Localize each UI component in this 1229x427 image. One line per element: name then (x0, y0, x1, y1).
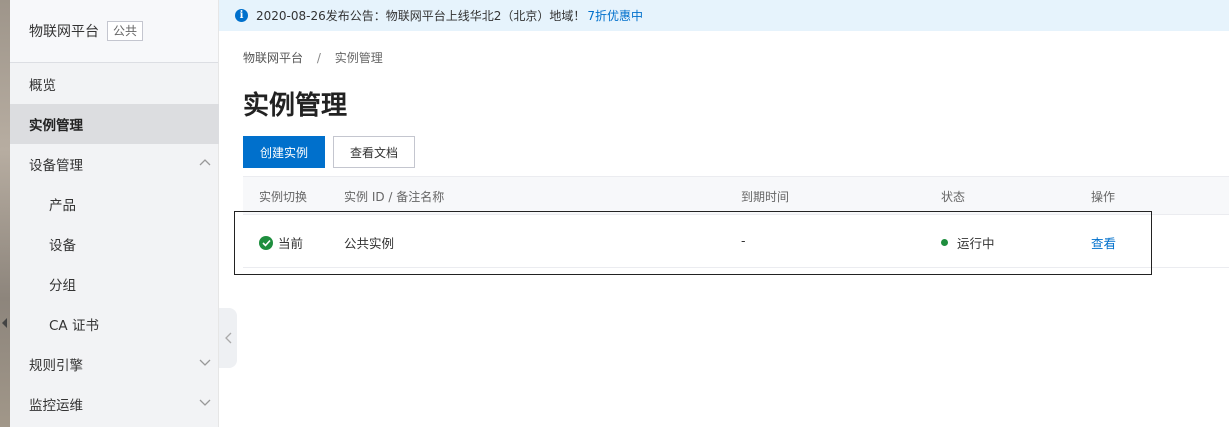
breadcrumb-root[interactable]: 物联网平台 (243, 51, 303, 65)
breadcrumb-current: 实例管理 (334, 51, 383, 65)
sidebar-item-overview[interactable]: 概览 (10, 64, 219, 104)
column-header-action: 操作 (1091, 190, 1116, 204)
check-circle-icon (259, 235, 273, 250)
status-cell: 运行中 (941, 233, 995, 252)
sidebar-item-monitoring[interactable]: 监控运维 (10, 384, 219, 424)
breadcrumb-separator: / (316, 51, 321, 65)
sidebar-item-ca-cert[interactable]: CA 证书 (10, 304, 219, 344)
column-header-switch: 实例切换 (259, 190, 308, 204)
sidebar-item-label: 设备 (49, 238, 76, 254)
breadcrumb: 物联网平台 / 实例管理 (243, 49, 383, 66)
desktop-backdrop (0, 0, 10, 427)
sidebar-item-label: 实例管理 (29, 118, 83, 134)
sidebar-item-products[interactable]: 产品 (10, 184, 219, 224)
table-row: 当前 公共实例 - 运行中 查看 (243, 215, 1229, 268)
left-arrow-icon (2, 318, 7, 328)
info-icon: i (235, 9, 248, 22)
chevron-down-icon[interactable] (199, 398, 211, 407)
sidebar-item-instances[interactable]: 实例管理 (10, 104, 219, 144)
column-header-status: 状态 (941, 190, 966, 204)
instance-table: 实例切换 实例 ID / 备注名称 到期时间 状态 操作 当前 公共实例 - 运… (243, 176, 1229, 268)
announcement-bar: i 2020-08-26发布公告：物联网平台上线华北2（北京）地域！ 7折优惠中 (219, 0, 1229, 31)
sidebar-collapse-button[interactable] (219, 308, 237, 368)
chevron-down-icon[interactable] (199, 358, 211, 367)
sidebar-item-label: 概览 (29, 78, 56, 94)
sidebar-item-rule-engine[interactable]: 规则引擎 (10, 344, 219, 384)
table-header: 实例切换 实例 ID / 备注名称 到期时间 状态 操作 (243, 176, 1229, 215)
announcement-link[interactable]: 7折优惠中 (587, 7, 643, 24)
sidebar-item-device-management[interactable]: 设备管理 (10, 144, 219, 184)
sidebar-badge: 公共 (107, 21, 144, 41)
column-header-id: 实例 ID / 备注名称 (344, 190, 445, 204)
sidebar-item-label: 规则引擎 (29, 358, 83, 374)
instance-switch-cell[interactable]: 当前 (259, 233, 303, 252)
instance-name: 公共实例 (344, 236, 395, 251)
sidebar-item-devices[interactable]: 设备 (10, 224, 219, 264)
sidebar-header: 物联网平台 公共 (10, 0, 218, 63)
sidebar-item-groups[interactable]: 分组 (10, 264, 219, 304)
sidebar-item-label: CA 证书 (49, 318, 99, 334)
create-instance-button[interactable]: 创建实例 (243, 136, 325, 168)
column-header-expire: 到期时间 (741, 190, 790, 204)
current-label: 当前 (278, 236, 304, 251)
expire-time: - (741, 233, 746, 248)
sidebar: 物联网平台 公共 概览 实例管理 设备管理 产品 设备 分组 CA 证书 规则引… (10, 0, 219, 427)
sidebar-item-label: 监控运维 (29, 398, 83, 414)
sidebar-item-label: 产品 (49, 198, 76, 214)
sidebar-item-label: 设备管理 (29, 158, 83, 174)
status-dot-icon (941, 239, 948, 246)
page-title: 实例管理 (243, 91, 348, 121)
sidebar-title: 物联网平台 (29, 24, 99, 40)
chevron-left-icon (224, 332, 231, 344)
view-instance-link[interactable]: 查看 (1091, 233, 1116, 252)
sidebar-item-label: 分组 (49, 278, 76, 294)
announcement-text: 2020-08-26发布公告：物联网平台上线华北2（北京）地域！ (256, 9, 586, 23)
view-docs-button[interactable]: 查看文档 (333, 136, 415, 168)
chevron-up-icon[interactable] (199, 158, 211, 167)
status-text: 运行中 (957, 236, 995, 251)
